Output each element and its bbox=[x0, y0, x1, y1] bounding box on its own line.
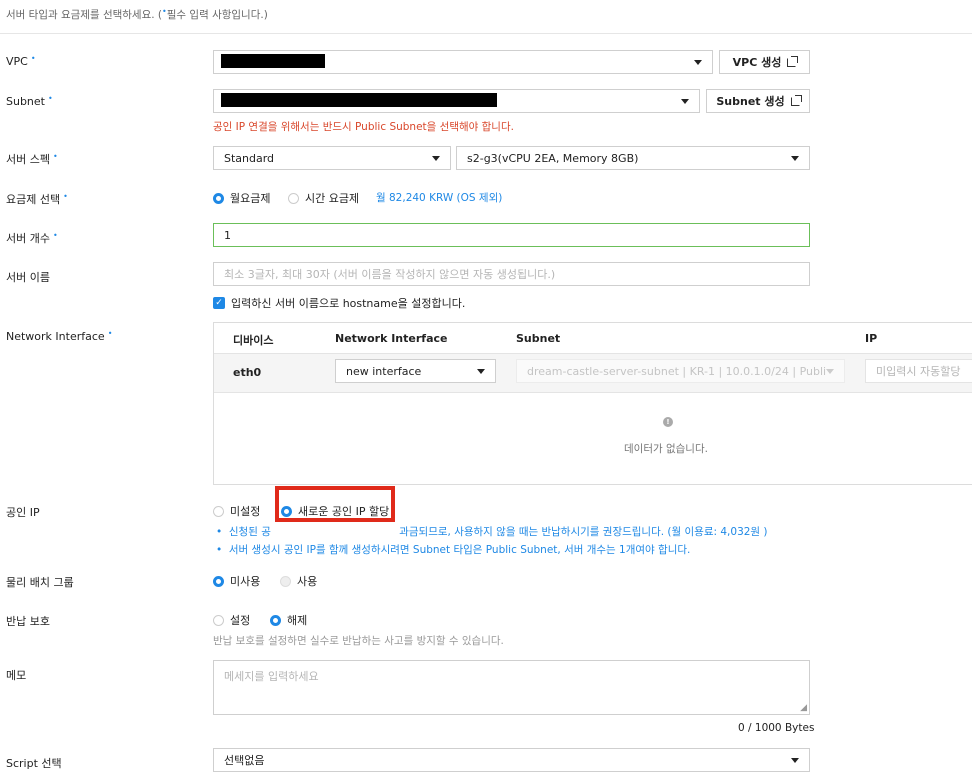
column-header: Subnet bbox=[516, 332, 561, 345]
table-row: eth0 new interface dream-castle-server-s… bbox=[214, 353, 972, 393]
memo-counter: 0 / 1000 Bytes bbox=[738, 722, 815, 734]
server-name-input[interactable]: 최소 3글자, 최대 30자 (서버 이름을 작성하지 않으면 자동 생성됩니다… bbox=[213, 262, 810, 286]
table-header: 디바이스 Network Interface Subnet IP bbox=[214, 323, 972, 353]
plan-monthly-option[interactable]: 월요금제 bbox=[213, 190, 270, 206]
required-dot-icon: • bbox=[63, 192, 68, 201]
resize-handle-icon[interactable]: ◢ bbox=[800, 703, 807, 713]
placement-no-option[interactable]: 미사용 bbox=[213, 573, 260, 589]
redacted-subnet-value bbox=[221, 93, 497, 107]
divider bbox=[0, 33, 972, 34]
external-link-icon bbox=[790, 94, 802, 106]
required-dot-icon: • bbox=[52, 152, 58, 161]
column-header: 디바이스 bbox=[233, 334, 274, 347]
memo-label: 메모 bbox=[6, 669, 27, 682]
return-protection-label: 반납 보호 bbox=[6, 615, 50, 628]
plan-hourly-option[interactable]: 시간 요금제 bbox=[288, 190, 359, 206]
ip-input[interactable]: 미입력시 자동할당 bbox=[865, 359, 972, 383]
radio-unselected-icon[interactable] bbox=[213, 614, 224, 626]
plan-price: 월 82,240 KRW (OS 제외) bbox=[376, 192, 503, 204]
create-subnet-button[interactable]: Subnet 생성 bbox=[706, 89, 810, 113]
radio-disabled-icon[interactable] bbox=[280, 575, 291, 587]
server-count-input[interactable]: 1 bbox=[213, 223, 810, 247]
public-ip-note: • 서버 생성시 공인 IP를 함께 생성하시려면 Subnet 타입은 Pub… bbox=[216, 544, 691, 556]
network-interface-label: Network Interface • bbox=[6, 329, 113, 343]
server-name-label: 서버 이름 bbox=[6, 271, 50, 284]
caret-down-icon bbox=[681, 98, 689, 104]
public-ip-unset-option[interactable]: 미설정 bbox=[213, 503, 260, 519]
form-instructions: 서버 타입과 요금제를 선택하세요. (•필수 입력 사항입니다.) bbox=[6, 7, 268, 21]
caret-down-icon bbox=[432, 155, 440, 161]
server-size-select[interactable]: s2-g3(vCPU 2EA, Memory 8GB) bbox=[456, 146, 810, 170]
info-icon: ! bbox=[663, 417, 673, 427]
required-dot-icon: • bbox=[30, 54, 36, 63]
server-spec-label: 서버 스펙 • bbox=[6, 152, 58, 166]
server-type-select[interactable]: Standard bbox=[213, 146, 451, 170]
column-header: Network Interface bbox=[335, 332, 448, 345]
external-link-icon bbox=[787, 55, 799, 67]
server-count-label: 서버 개수 • bbox=[6, 231, 58, 245]
empty-state-text: 데이터가 없습니다. bbox=[624, 443, 708, 455]
subnet-select[interactable] bbox=[213, 89, 700, 113]
network-interface-table: 디바이스 Network Interface Subnet IP eth0 ne… bbox=[213, 322, 972, 485]
subnet-label: Subnet • bbox=[6, 94, 53, 108]
plan-label: 요금제 선택 • bbox=[6, 192, 68, 206]
vpc-select[interactable] bbox=[213, 50, 713, 74]
redacted-vpc-value bbox=[221, 54, 325, 68]
public-ip-new-option[interactable]: 새로운 공인 IP 할당 bbox=[281, 503, 389, 519]
required-dot-icon: • bbox=[52, 231, 58, 240]
placement-yes-option[interactable]: 사용 bbox=[280, 573, 317, 589]
protection-hint: 반납 보호를 설정하면 실수로 반납하는 사고를 방지할 수 있습니다. bbox=[213, 635, 504, 647]
vpc-label: VPC • bbox=[6, 54, 36, 68]
checkmark-icon[interactable]: ✓ bbox=[213, 297, 225, 309]
subnet-warning: 공인 IP 연결을 위해서는 반드시 Public Subnet을 선택해야 합… bbox=[213, 121, 514, 133]
memo-textarea[interactable]: 메세지를 입력하세요 ◢ bbox=[213, 660, 810, 715]
radio-selected-icon[interactable] bbox=[213, 192, 224, 204]
hostname-checkbox[interactable]: ✓ 입력하신 서버 이름으로 hostname을 설정합니다. bbox=[213, 295, 465, 311]
caret-down-icon bbox=[826, 368, 834, 374]
protection-release-option[interactable]: 해제 bbox=[270, 612, 307, 628]
required-dot-icon: • bbox=[48, 94, 53, 103]
script-select[interactable]: 선택없음 bbox=[213, 748, 810, 772]
device-cell: eth0 bbox=[233, 366, 262, 379]
create-vpc-button[interactable]: VPC 생성 bbox=[719, 50, 810, 74]
protection-set-option[interactable]: 설정 bbox=[213, 612, 250, 628]
public-ip-label: 공인 IP bbox=[6, 506, 40, 519]
radio-unselected-icon[interactable] bbox=[213, 505, 224, 517]
subnet-cell-select: dream-castle-server-subnet | KR-1 | 10.0… bbox=[516, 359, 845, 383]
column-header: IP bbox=[865, 332, 878, 345]
caret-down-icon bbox=[791, 155, 799, 161]
radio-selected-icon[interactable] bbox=[270, 614, 281, 626]
public-ip-note: • 신청된 공 과금되므로, 사용하지 않을 때는 반납하시기를 권장드립니다.… bbox=[216, 526, 768, 538]
caret-down-icon bbox=[477, 368, 485, 374]
script-label: Script 선택 bbox=[6, 757, 62, 770]
radio-unselected-icon[interactable] bbox=[288, 192, 299, 204]
placement-group-label: 물리 배치 그룹 bbox=[6, 576, 74, 589]
caret-down-icon bbox=[694, 59, 702, 65]
required-dot-icon: • bbox=[107, 329, 113, 338]
radio-selected-icon[interactable] bbox=[213, 575, 224, 587]
network-interface-select[interactable]: new interface bbox=[335, 359, 496, 383]
caret-down-icon bbox=[791, 757, 799, 763]
radio-selected-icon[interactable] bbox=[281, 505, 292, 517]
